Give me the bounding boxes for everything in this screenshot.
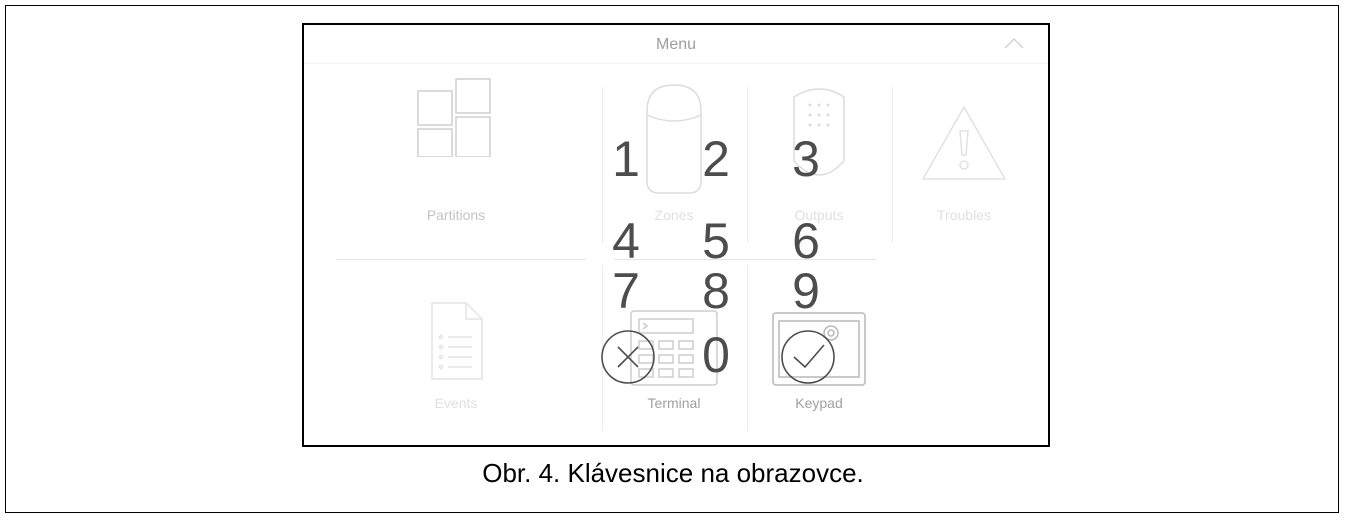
tile-label: Events <box>434 395 478 411</box>
key-4[interactable]: 4 <box>596 213 656 269</box>
header-divider <box>304 63 1048 64</box>
grid-divider <box>336 259 586 260</box>
key-7[interactable]: 7 <box>596 263 656 319</box>
key-6[interactable]: 6 <box>776 213 836 269</box>
key-8[interactable]: 8 <box>686 263 746 319</box>
chevron-up-icon[interactable] <box>1004 37 1024 49</box>
tile-label: Terminal <box>647 395 701 411</box>
key-9[interactable]: 9 <box>776 263 836 319</box>
grid-divider <box>892 87 893 243</box>
tile-label: Troubles <box>937 207 991 223</box>
tile-troubles[interactable]: Troubles <box>894 77 1034 237</box>
key-3[interactable]: 3 <box>776 131 836 187</box>
screen-title: Menu <box>655 36 697 53</box>
confirm-circle-check-icon[interactable] <box>778 327 838 387</box>
events-icon <box>431 302 483 380</box>
partitions-icon <box>417 78 491 157</box>
tile-label: Partitions <box>426 207 486 223</box>
key-2[interactable]: 2 <box>686 131 746 187</box>
grid-divider <box>747 265 748 431</box>
tile-partitions[interactable]: Partitions <box>386 77 526 237</box>
figure-caption: Obr. 4. Klávesnice na obrazovce. <box>482 458 864 488</box>
key-1[interactable]: 1 <box>596 131 656 187</box>
touch-screen: Menu Partitions Zones Outputs Troubles E… <box>302 23 1050 447</box>
troubles-icon <box>921 105 1007 180</box>
tile-label: Keypad <box>795 395 843 411</box>
cancel-circle-x-icon[interactable] <box>598 327 658 387</box>
key-5[interactable]: 5 <box>686 213 746 269</box>
tile-events[interactable]: Events <box>386 265 526 435</box>
grid-divider <box>747 87 748 243</box>
key-0[interactable]: 0 <box>686 327 746 383</box>
